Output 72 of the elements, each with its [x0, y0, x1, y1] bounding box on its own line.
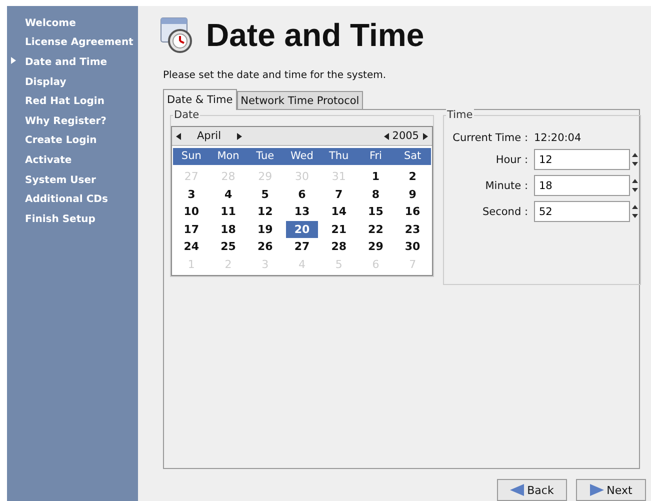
weekday-label: Sun: [180, 149, 202, 164]
calendar-day[interactable]: 24: [173, 238, 210, 256]
calendar-day[interactable]: 12: [246, 203, 284, 220]
weekday-label: Wed: [290, 149, 314, 164]
calendar-day[interactable]: 20: [286, 220, 318, 238]
calendar-day[interactable]: 27: [284, 238, 320, 256]
sidebar-item[interactable]: Finish Setup: [25, 214, 96, 225]
weekday-label: Fri: [368, 149, 383, 164]
calendar-day[interactable]: 16: [394, 203, 431, 220]
tab[interactable]: Network Time Protocol: [236, 91, 364, 110]
current-time-value: 12:20:04: [534, 132, 582, 144]
next-button[interactable]: Next: [576, 479, 646, 501]
calendar-day[interactable]: 22: [357, 220, 394, 238]
sidebar-item[interactable]: Activate: [25, 154, 72, 166]
sidebar-item[interactable]: System User: [25, 174, 96, 186]
page-title: Date and Time: [206, 16, 424, 54]
time-field-label: Hour :: [494, 154, 529, 166]
right-arrow-icon: [590, 484, 604, 496]
calendar-day[interactable]: 26: [246, 238, 284, 256]
sidebar-item[interactable]: License Agreement: [25, 37, 134, 48]
calendar-day[interactable]: 1: [357, 168, 394, 186]
calendar-day[interactable]: 8: [357, 186, 394, 203]
calendar-day[interactable]: 11: [210, 203, 247, 220]
sidebar-item[interactable]: Red Hat Login: [25, 96, 104, 108]
calendar-day[interactable]: 30: [394, 238, 431, 256]
time-spin-field[interactable]: 12: [534, 149, 630, 170]
time-spin-field[interactable]: 18: [534, 175, 630, 196]
calendar-day[interactable]: 2: [394, 168, 431, 186]
weekday-label: Tue: [255, 149, 276, 164]
current-time-label: Current Time :: [452, 132, 529, 144]
calendar-day[interactable]: 14: [320, 203, 358, 220]
left-arrow-icon: [510, 484, 524, 496]
calendar-day[interactable]: 6: [284, 186, 320, 203]
calendar-day[interactable]: 3: [173, 186, 210, 203]
previous-month-icon[interactable]: [176, 132, 181, 140]
instructions: Please set the date and time for the system.: [163, 70, 388, 81]
back-button[interactable]: Back: [497, 479, 567, 501]
next-month-icon[interactable]: [237, 132, 242, 140]
time-legend: Time: [446, 109, 474, 121]
next-year-icon[interactable]: [423, 132, 428, 140]
sidebar-item[interactable]: Why Register?: [25, 116, 106, 127]
time-spin-field[interactable]: 52: [534, 201, 630, 222]
calendar-day[interactable]: 10: [173, 203, 210, 220]
time-field-label: Second :: [481, 206, 529, 218]
calendar-day[interactable]: 28: [320, 238, 358, 256]
sidebar-item[interactable]: Welcome: [25, 18, 76, 29]
year-label: 2005: [392, 130, 419, 142]
calendar-day[interactable]: 23: [394, 220, 431, 238]
tab[interactable]: Date & Time: [163, 89, 237, 110]
sidebar-item[interactable]: Date and Time: [25, 56, 108, 68]
calendar-day[interactable]: 18: [210, 220, 247, 238]
sidebar-item[interactable]: Display: [25, 76, 66, 88]
date-legend: Date: [173, 109, 200, 121]
time-field-label: Minute :: [484, 180, 529, 192]
calendar-day[interactable]: 25: [210, 238, 247, 256]
sidebar-item[interactable]: Additional CDs: [25, 194, 108, 206]
calendar-day[interactable]: 7: [320, 186, 358, 203]
weekday-label: Mon: [216, 149, 240, 164]
calendar-day[interactable]: 21: [320, 220, 358, 238]
sidebar-item[interactable]: Create Login: [25, 135, 97, 146]
calendar-day[interactable]: 15: [357, 203, 394, 220]
calendar-day[interactable]: 29: [357, 238, 394, 256]
calendar-day[interactable]: 17: [173, 220, 210, 238]
calendar-day[interactable]: 13: [284, 203, 320, 220]
weekday-label: Thu: [328, 149, 350, 164]
calendar-day[interactable]: 4: [210, 186, 247, 203]
month-label: April: [196, 130, 222, 142]
calendar-day[interactable]: 5: [246, 186, 284, 203]
previous-year-icon[interactable]: [384, 132, 390, 140]
calendar-day[interactable]: 9: [394, 186, 431, 203]
weekday-label: Sat: [402, 149, 422, 164]
calendar-day[interactable]: 19: [246, 220, 284, 238]
